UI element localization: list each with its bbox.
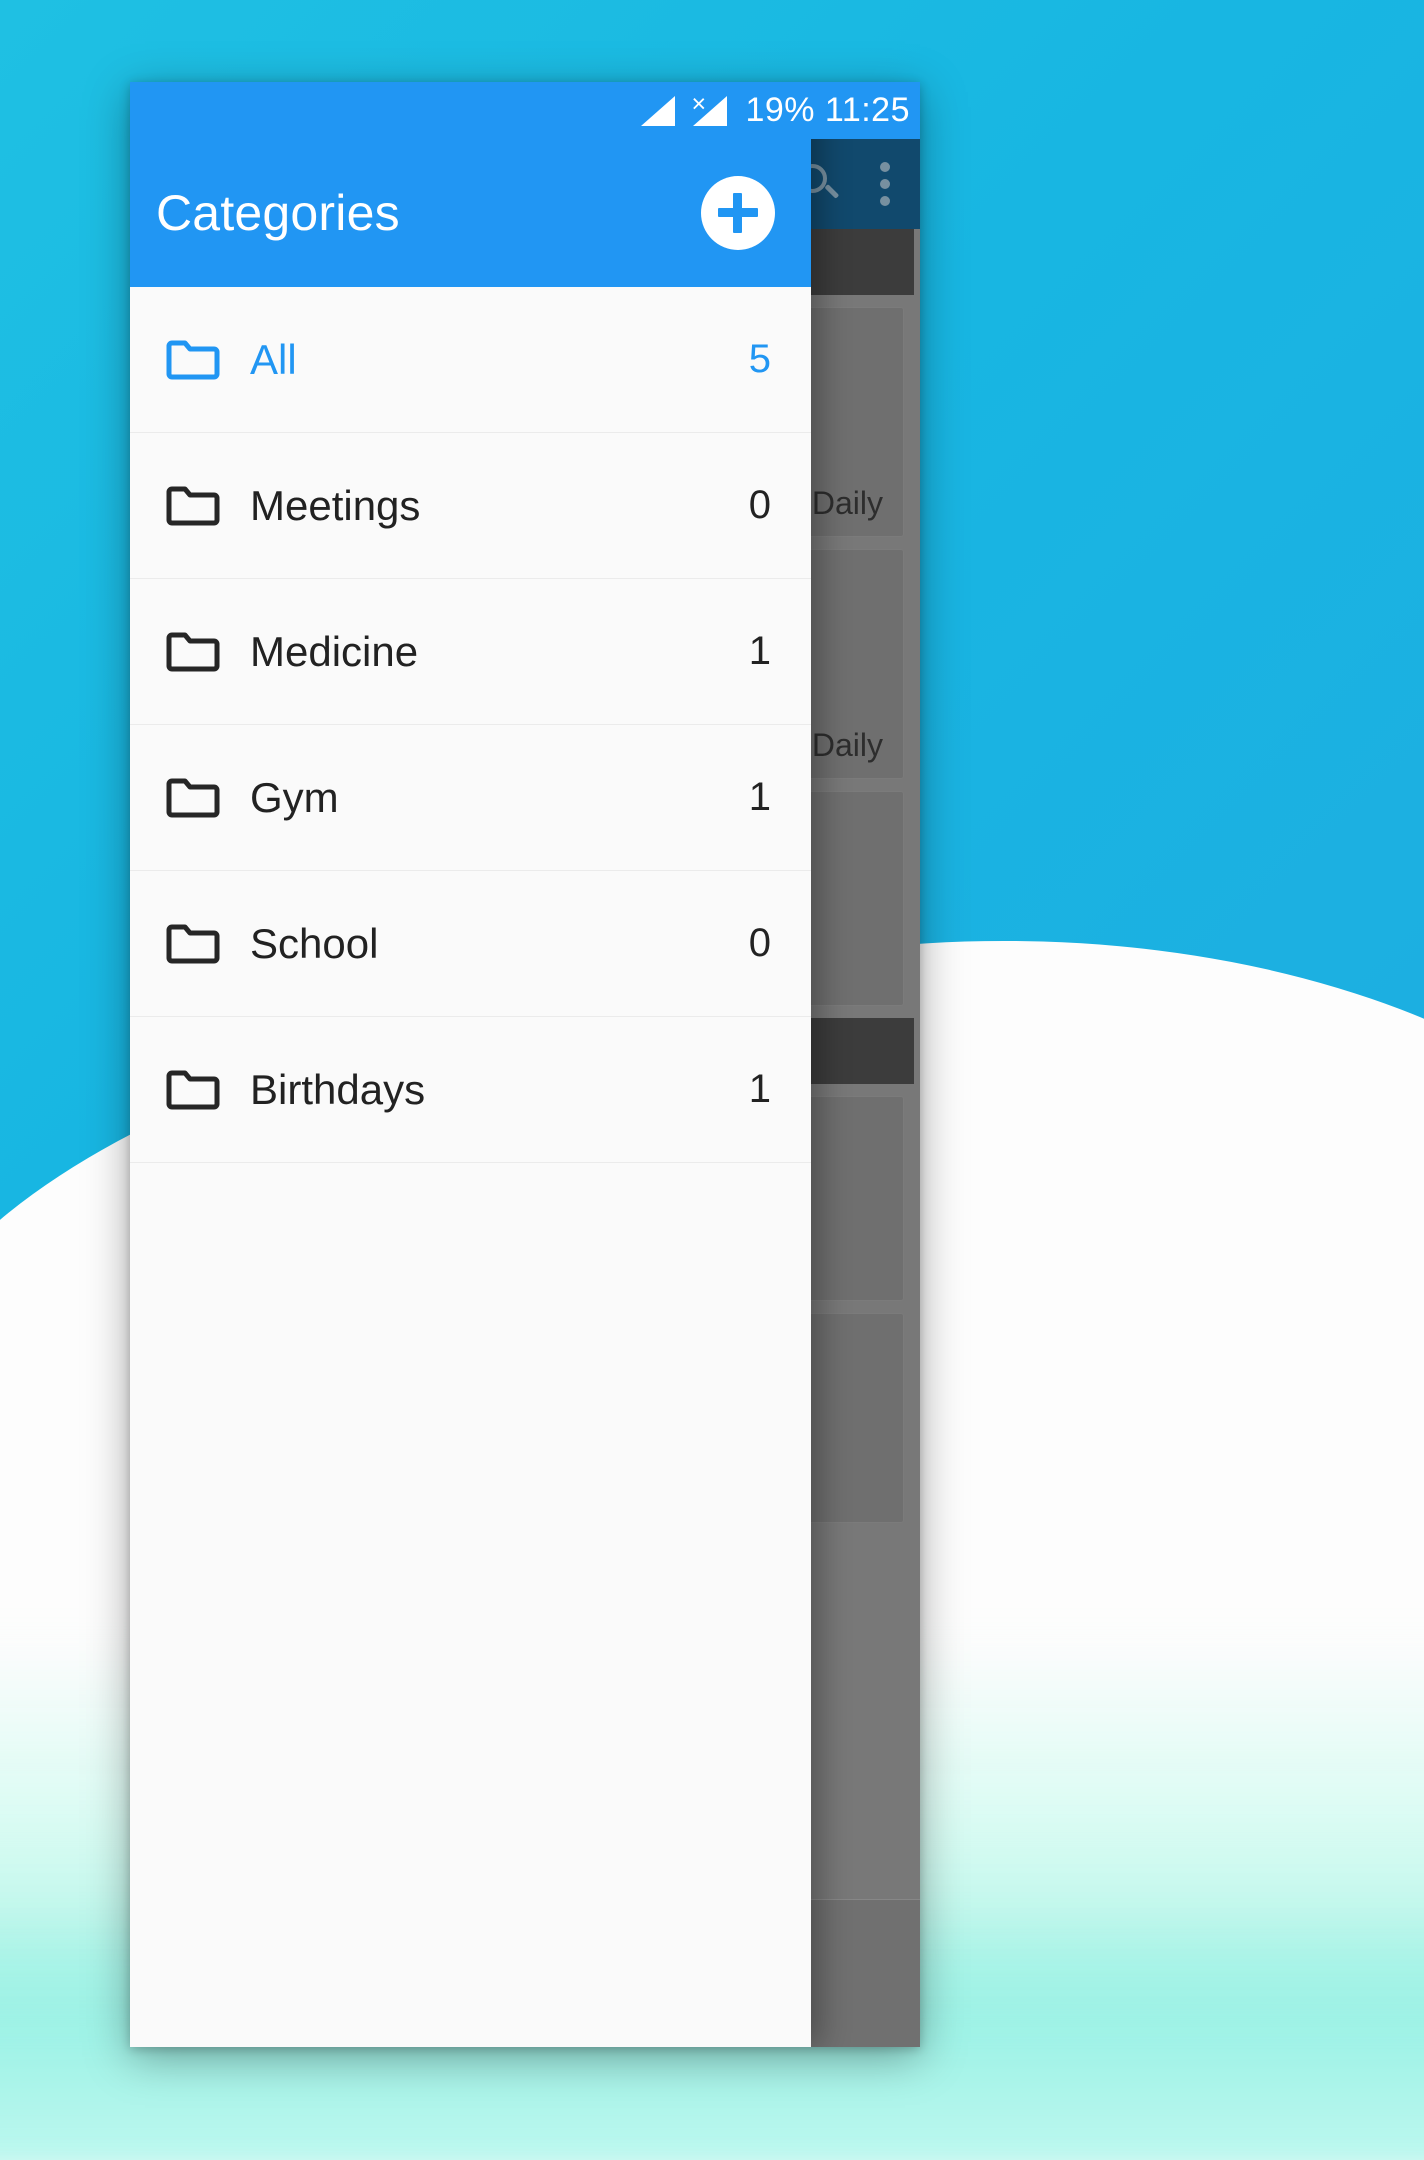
category-count: 1 (748, 629, 771, 673)
folder-icon (166, 776, 220, 820)
folder-icon (166, 1068, 220, 1112)
background-task-repeat-label: Daily (811, 485, 883, 521)
category-name: All (250, 335, 297, 383)
signal-bars-icon (641, 95, 679, 126)
signal-no-sim-x: × (691, 89, 707, 118)
category-row-medicine[interactable]: Medicine 1 (130, 579, 811, 725)
search-icon-handle (824, 184, 840, 199)
category-count: 0 (748, 483, 771, 527)
category-count: 1 (748, 775, 771, 819)
category-name: Medicine (250, 627, 419, 675)
category-row-meetings[interactable]: Meetings 0 (130, 433, 811, 579)
folder-icon (166, 484, 220, 528)
signal-bars-triangle (641, 95, 676, 126)
kebab-dot-2 (880, 179, 890, 189)
category-name: Gym (250, 773, 339, 821)
status-battery-time: 19% 11:25 (745, 91, 910, 129)
page-title: Categories (156, 185, 400, 241)
category-list: All 5 Meetings 0 Medicine 1 Gym 1 School… (130, 287, 811, 2047)
folder-icon (166, 338, 220, 382)
background-task-repeat-label: Daily (811, 727, 883, 763)
category-row-gym[interactable]: Gym 1 (130, 725, 811, 871)
folder-icon (166, 630, 220, 674)
category-row-school[interactable]: School 0 (130, 871, 811, 1017)
plus-icon (718, 193, 758, 233)
folder-icon (166, 922, 220, 966)
category-row-birthdays[interactable]: Birthdays 1 (130, 1017, 811, 1163)
drawer-header: Categories (130, 139, 811, 287)
category-name: School (250, 919, 379, 967)
category-row-all[interactable]: All 5 (130, 287, 811, 433)
category-count: 5 (748, 337, 771, 381)
app-window: Dinner Daily (130, 82, 920, 2047)
kebab-menu-icon[interactable] (880, 162, 890, 206)
kebab-dot-1 (880, 162, 890, 172)
signal-no-sim-icon: × (691, 91, 731, 126)
category-count: 1 (748, 1067, 771, 1111)
navigation-drawer: Categories All 5 Meetings 0 Medicine 1 G… (130, 82, 811, 2047)
category-name: Meetings (250, 481, 421, 529)
kebab-dot-3 (880, 196, 890, 206)
category-count: 0 (748, 921, 771, 965)
status-bar: × 19% 11:25 (130, 82, 920, 139)
add-category-button[interactable] (701, 176, 775, 250)
category-name: Birthdays (250, 1065, 426, 1113)
